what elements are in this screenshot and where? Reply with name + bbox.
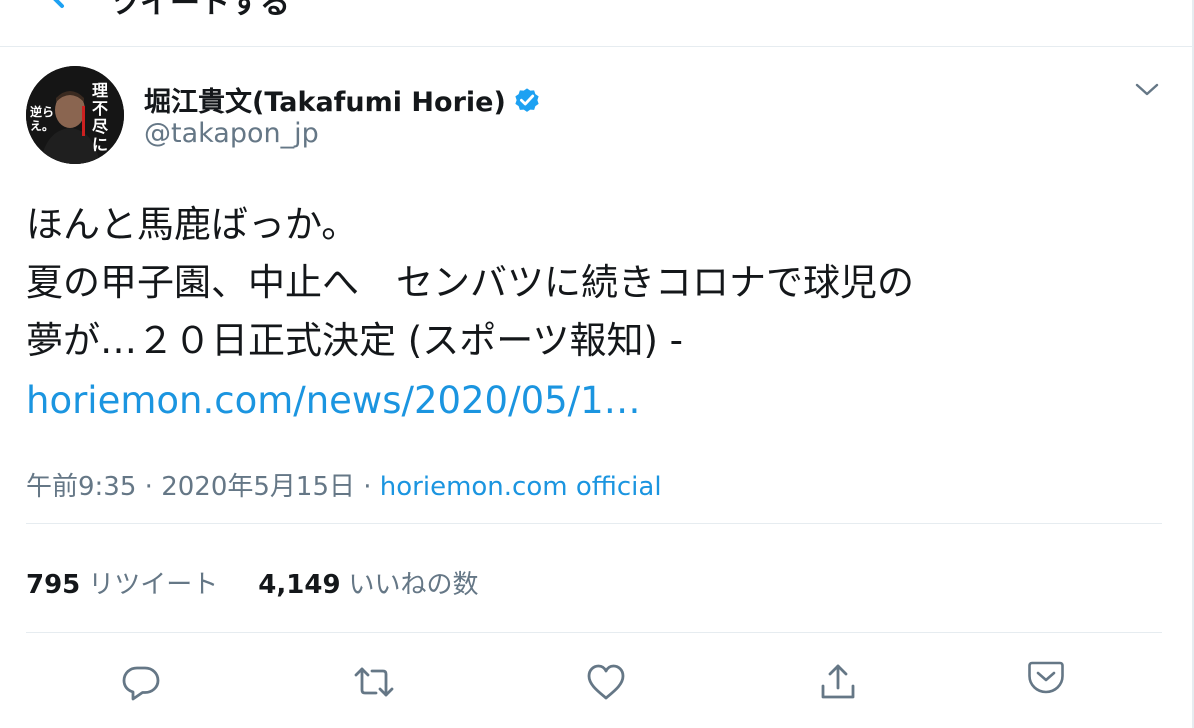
svg-text:理: 理 xyxy=(92,81,108,100)
share-icon[interactable] xyxy=(816,660,860,704)
verified-badge-icon xyxy=(515,87,539,112)
display-name-text: 堀江貴文(Takafumi Horie) xyxy=(144,87,506,118)
tweet-stats: 795 リツイート 4,149 いいねの数 xyxy=(26,564,479,601)
tweet-line: 夏の甲子園、中止へ センバツに続きコロナで球児の xyxy=(26,261,914,304)
svg-text:逆ら: 逆ら xyxy=(30,104,54,119)
like-icon[interactable] xyxy=(584,660,628,704)
tweet-link[interactable]: horiemon.com/news/2020/05/1… xyxy=(26,372,1146,430)
tweet-line: 夢が…２０日正式決定 (スポーツ報知) - xyxy=(26,319,684,362)
meta-separator: · xyxy=(363,472,372,502)
meta-separator: · xyxy=(144,472,153,502)
retweet-icon[interactable] xyxy=(352,660,396,704)
bookmark-icon[interactable] xyxy=(1024,656,1068,700)
svg-text:え。: え。 xyxy=(30,119,54,133)
tweet-text: ほんと馬鹿ばっか。 夏の甲子園、中止へ センバツに続きコロナで球児の 夢が…２０… xyxy=(26,196,1146,430)
chevron-down-icon[interactable] xyxy=(1133,78,1161,102)
divider xyxy=(26,523,1162,524)
retweets-label: リツイート xyxy=(88,570,219,600)
likes-count: 4,149 xyxy=(258,570,341,600)
tweet-date[interactable]: 2020年5月15日 xyxy=(161,472,355,502)
svg-text:に: に xyxy=(92,135,108,154)
back-arrow-icon[interactable] xyxy=(36,0,76,12)
likes-label: いいねの数 xyxy=(348,570,479,600)
user-handle[interactable]: @takapon_jp xyxy=(144,118,319,149)
top-bar: ツイートする xyxy=(0,0,1192,47)
avatar[interactable]: 理 不 尽 に 逆ら え。 xyxy=(26,66,124,164)
retweets-count: 795 xyxy=(26,570,81,600)
tweet-line: ほんと馬鹿ばっか。 xyxy=(26,203,359,246)
likes-stat[interactable]: 4,149 いいねの数 xyxy=(258,570,478,600)
tweet-source[interactable]: horiemon.com official xyxy=(380,472,662,502)
avatar-image: 理 不 尽 に 逆ら え。 xyxy=(26,66,124,164)
svg-text:尽: 尽 xyxy=(92,117,109,136)
tweet-time[interactable]: 午前9:35 xyxy=(26,472,136,502)
reply-icon[interactable] xyxy=(119,660,163,704)
svg-text:不: 不 xyxy=(92,99,108,118)
retweets-stat[interactable]: 795 リツイート xyxy=(26,570,218,600)
page-title: ツイートする xyxy=(110,0,290,21)
divider xyxy=(26,632,1162,633)
tweet-meta: 午前9:35 · 2020年5月15日 · horiemon.com offic… xyxy=(26,466,662,503)
display-name[interactable]: 堀江貴文(Takafumi Horie) xyxy=(144,80,542,119)
